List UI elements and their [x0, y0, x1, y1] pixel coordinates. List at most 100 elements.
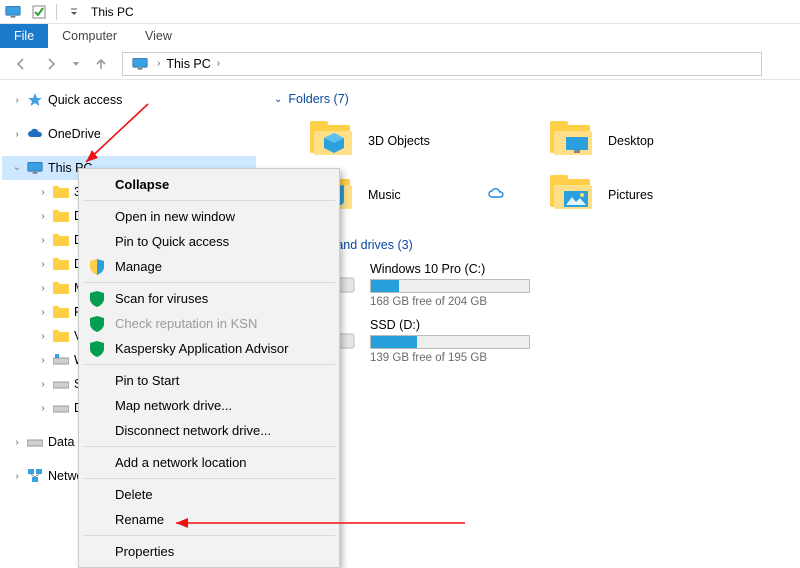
chevron-right-icon[interactable]: ›: [36, 211, 50, 222]
qat-properties-icon[interactable]: [28, 2, 50, 22]
ctx-pin-quick-access[interactable]: Pin to Quick access: [81, 229, 337, 254]
shield-icon: [89, 259, 105, 275]
drive-name: Windows 10 Pro (C:): [370, 262, 530, 276]
drives-grid: Windows 10 Pro (C:) 168 GB free of 204 G…: [308, 262, 784, 364]
context-menu: Collapse Open in new window Pin to Quick…: [78, 168, 340, 568]
address-bar[interactable]: › This PC ›: [122, 52, 762, 76]
chevron-right-icon[interactable]: ›: [36, 355, 50, 366]
ctx-separator: [83, 200, 335, 201]
folder-label: Pictures: [608, 188, 653, 202]
folder-pictures-icon: [548, 175, 596, 215]
chevron-right-icon[interactable]: ›: [10, 129, 24, 140]
nav-back-button[interactable]: [8, 51, 34, 77]
address-pc-icon: [131, 55, 149, 73]
chevron-right-icon[interactable]: ›: [36, 403, 50, 414]
ctx-scan-viruses[interactable]: Scan for viruses: [81, 286, 337, 311]
chevron-right-icon[interactable]: ›: [36, 307, 50, 318]
chevron-right-icon[interactable]: ›: [36, 259, 50, 270]
nav-forward-button[interactable]: [38, 51, 64, 77]
chevron-right-icon[interactable]: ›: [10, 471, 24, 482]
ctx-separator: [83, 535, 335, 536]
breadcrumb[interactable]: This PC: [162, 57, 214, 71]
chevron-right-icon[interactable]: ›: [36, 235, 50, 246]
cloud-icon: [26, 125, 44, 143]
ctx-check-ksn: Check reputation in KSN: [81, 311, 337, 336]
folder-icon: [52, 327, 70, 345]
ctx-label: Pin to Quick access: [115, 234, 229, 249]
qat-divider: [56, 4, 57, 20]
ctx-label: Add a network location: [115, 455, 247, 470]
ctx-collapse[interactable]: Collapse: [81, 172, 337, 197]
breadcrumb-chevron-icon[interactable]: ›: [155, 58, 162, 69]
folder-icon: [52, 231, 70, 249]
tree-label: Quick access: [46, 93, 122, 107]
ctx-map-drive[interactable]: Map network drive...: [81, 393, 337, 418]
folder-3d-icon: [308, 121, 356, 161]
ctx-label: Delete: [115, 487, 153, 502]
folder-3d-objects[interactable]: 3D Objects: [308, 116, 508, 166]
ctx-disconnect-drive[interactable]: Disconnect network drive...: [81, 418, 337, 443]
ribbon-view-tab[interactable]: View: [131, 24, 186, 48]
window-pc-icon: [4, 3, 22, 21]
breadcrumb-chevron-icon[interactable]: ›: [215, 58, 222, 69]
chevron-right-icon[interactable]: ›: [10, 437, 24, 448]
ctx-manage[interactable]: Manage: [81, 254, 337, 279]
ctx-pin-start[interactable]: Pin to Start: [81, 368, 337, 393]
drive-free-text: 139 GB free of 195 GB: [370, 352, 530, 364]
drive-icon: [52, 399, 70, 417]
network-icon: [26, 467, 44, 485]
ctx-label: Rename: [115, 512, 164, 527]
ribbon-tab-label: Computer: [62, 29, 117, 43]
window-title: This PC: [91, 5, 134, 19]
cloud-sync-icon: [488, 188, 502, 202]
ctx-properties[interactable]: Properties: [81, 539, 337, 564]
ctx-kaspersky-advisor[interactable]: Kaspersky Application Advisor: [81, 336, 337, 361]
pc-icon: [26, 159, 44, 177]
drive-c[interactable]: Windows 10 Pro (C:) 168 GB free of 204 G…: [308, 262, 538, 308]
shield-kaspersky-icon: [89, 341, 105, 357]
ctx-label: Pin to Start: [115, 373, 179, 388]
ctx-separator: [83, 446, 335, 447]
chevron-down-icon: ⌄: [274, 94, 282, 105]
folder-pictures[interactable]: Pictures: [548, 170, 748, 220]
chevron-down-icon[interactable]: ›: [12, 161, 23, 175]
group-header-folders[interactable]: ⌄ Folders (7): [274, 92, 784, 106]
drive-d[interactable]: SSD (D:) 139 GB free of 195 GB: [308, 318, 538, 364]
ctx-rename[interactable]: Rename: [81, 507, 337, 532]
drive-icon: [52, 351, 70, 369]
ribbon-file-tab[interactable]: File: [0, 24, 48, 48]
chevron-right-icon[interactable]: ›: [36, 187, 50, 198]
tree-item-onedrive[interactable]: › OneDrive: [2, 122, 256, 146]
ctx-add-network-location[interactable]: Add a network location: [81, 450, 337, 475]
ctx-label: Properties: [115, 544, 174, 559]
ctx-label: Scan for viruses: [115, 291, 208, 306]
ctx-label: Kaspersky Application Advisor: [115, 341, 288, 356]
ctx-label: Check reputation in KSN: [115, 316, 257, 331]
folder-icon: [52, 207, 70, 225]
titlebar: This PC: [0, 0, 800, 24]
nav-up-button[interactable]: [88, 51, 114, 77]
group-header-drives[interactable]: ⌄ Devices and drives (3): [274, 238, 784, 252]
chevron-right-icon[interactable]: ›: [36, 283, 50, 294]
drive-name: SSD (D:): [370, 318, 530, 332]
chevron-right-icon[interactable]: ›: [36, 331, 50, 342]
folder-desktop[interactable]: Desktop: [548, 116, 748, 166]
folder-icon: [52, 279, 70, 297]
ctx-delete[interactable]: Delete: [81, 482, 337, 507]
ctx-open-new-window[interactable]: Open in new window: [81, 204, 337, 229]
ribbon-computer-tab[interactable]: Computer: [48, 24, 131, 48]
drive-free-text: 168 GB free of 204 GB: [370, 296, 530, 308]
chevron-right-icon[interactable]: ›: [36, 379, 50, 390]
ctx-separator: [83, 478, 335, 479]
ctx-label: Collapse: [115, 177, 169, 192]
folder-label: 3D Objects: [368, 134, 430, 148]
folders-grid: 3D Objects Desktop Music Pictures: [308, 116, 784, 220]
qat-dropdown-icon[interactable]: [63, 2, 85, 22]
drive-usage-fill: [371, 280, 399, 292]
navbar: › This PC ›: [0, 48, 800, 80]
nav-recent-dropdown[interactable]: [68, 51, 84, 77]
ctx-label: Open in new window: [115, 209, 235, 224]
tree-item-quick-access[interactable]: › Quick access: [2, 88, 256, 112]
ribbon-tab-label: View: [145, 29, 172, 43]
chevron-right-icon[interactable]: ›: [10, 95, 24, 106]
